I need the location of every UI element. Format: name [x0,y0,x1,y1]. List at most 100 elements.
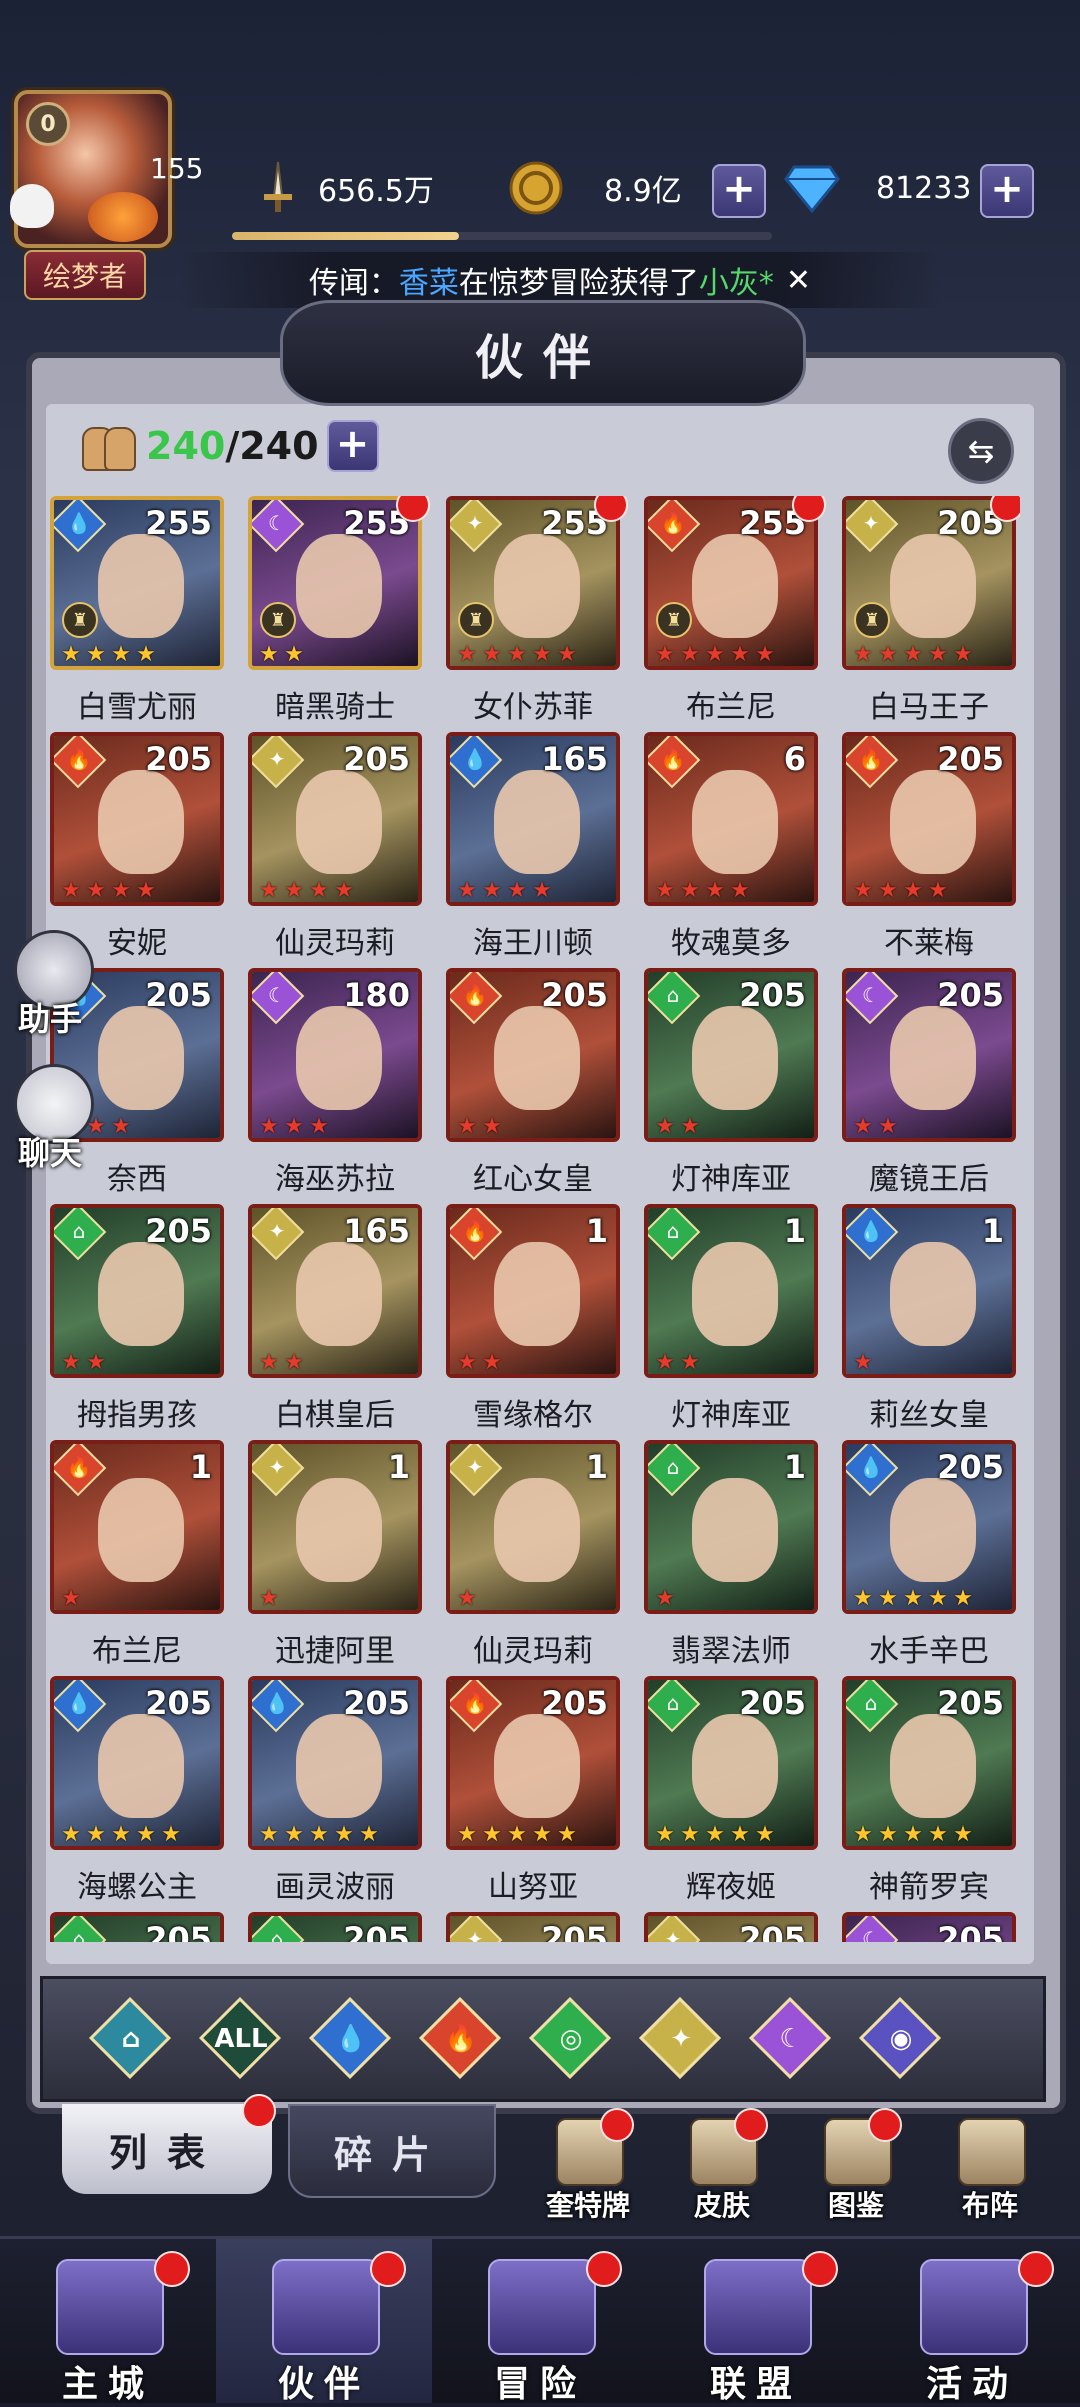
expand-capacity-button[interactable]: + [326,420,379,472]
tool-cards-button[interactable]: 奎特牌 [528,2108,648,2228]
hero-card[interactable]: 💧 165 ★ ★ ★ ★ 海王川顿 [446,732,620,968]
water-glyph-icon: 💧 [66,511,92,535]
chat-button[interactable]: 聊天 [4,1064,96,1174]
add-gold-button[interactable]: + [712,164,766,218]
hero-stars: ★ [258,1586,283,1611]
hero-card[interactable]: 🔥 1 ★ ★ 雪缘格尔 [446,1204,620,1440]
dark-glyph-icon: ☾ [268,511,286,535]
hero-card[interactable]: ⌂ 205 ★ ★ 灯神库亚 [644,968,818,1204]
hero-card[interactable]: ✦ 255 ♜ ★ ★ ★ ★ ★ 女仆苏菲 [446,496,628,732]
tab-list[interactable]: 列表 [62,2094,276,2194]
hero-card[interactable]: ⌂ 1 ★ 翡翠法师 [644,1440,818,1676]
fire-glyph-icon: 🔥 [444,2024,478,2054]
hero-card[interactable]: ✦ 1 ★ 仙灵玛莉 [446,1440,620,1676]
tool-formation-button[interactable]: 布阵 [930,2118,1050,2228]
fire-glyph-icon: 🔥 [858,747,884,771]
nav-item-label: 联盟 [709,2364,802,2405]
hero-card[interactable]: ✦ 205 ♜ ★ ★ ★ ★ ★ 白马王子 [842,496,1020,732]
player-title-badge[interactable]: 绘梦者 [24,250,146,300]
hero-card[interactable]: 🔥 6 ★ ★ ★ ★ 牧魂莫多 [644,732,818,968]
hero-card[interactable]: 💧 205 ★ ★ ★ ★ ★ 水手辛巴 [842,1440,1016,1676]
star-icon: ★ [680,1350,700,1375]
hero-face [98,534,184,638]
tool-outfit-button[interactable]: 皮肤 [662,2108,782,2228]
hero-card[interactable]: ⌂ 205 ★ ★ 拇指男孩 [50,1204,224,1440]
formation-icon [958,2118,1026,2186]
filter-all-button[interactable]: ALL [198,1996,282,2080]
hero-card[interactable]: 🔥 205 ★ ★ ★ ★ 不莱梅 [842,732,1016,968]
hero-card[interactable]: ☾ 255 ♜ ★ ★ 暗黑骑士 [248,496,430,732]
hero-card[interactable]: 🔥 205 ★ ★ 红心女皇 [446,968,620,1204]
filter-nature-button[interactable]: ⌂ [88,1996,172,2080]
hero-card[interactable]: 🔥 1 ★ 布兰尼 [50,1440,224,1676]
hero-name: 布兰尼 [686,690,776,725]
hero-name: 灯神库亚 [671,1162,791,1197]
star-icon: ★ [111,1114,131,1139]
star-icon: ★ [111,642,131,667]
hero-name: 白棋皇后 [275,1398,395,1433]
fire-glyph-icon: 🔥 [462,983,488,1007]
sort-swap-button[interactable]: ⇆ [948,418,1014,484]
hero-card[interactable]: ✦ 165 ★ ★ 白棋皇后 [248,1204,422,1440]
hero-card[interactable]: 🔥 255 ♜ ★ ★ ★ ★ ★ 布兰尼 [644,496,826,732]
hero-card[interactable]: 🔥 205 ★ ★ ★ ★ ★ 山努亚 [446,1676,620,1912]
hero-grid[interactable]: 💧 255 ♜ ★ ★ ★ ★ 白雪尤丽 ☾ 255 ♜ ★ ★ 暗黑骑士 ✦ 255 ♜ ★ ★ ★ ★ ★ 女仆苏菲 🔥 2… [50,496,1020,1942]
nav-item-castle[interactable]: 主城 [0,2239,216,2405]
hero-card[interactable]: ⌂ 205 ★ ★ ★ ★ ★ 神箭罗宾 [842,1676,1016,1912]
filter-light-button[interactable]: ✦ [638,1996,722,2080]
hero-card[interactable]: ☾ 205 [842,1912,1016,1942]
star-icon: ★ [953,1586,973,1611]
hero-card[interactable]: ✦ 205 [644,1912,818,1942]
player-avatar[interactable]: 0 [10,90,172,248]
filter-wind-button[interactable]: ◎ [528,1996,612,2080]
star-icon: ★ [309,878,329,903]
hero-level: 1 [189,1448,212,1486]
star-icon: ★ [482,642,502,667]
nature-glyph-icon: ⌂ [121,2024,141,2054]
hero-card[interactable]: ✦ 205 [446,1912,620,1942]
nav-item-cards[interactable]: 活动 [864,2239,1080,2405]
hero-card[interactable]: ☾ 180 ★ ★ ★ 海巫苏拉 [248,968,422,1204]
add-diamond-button[interactable]: + [980,164,1034,218]
hero-card[interactable]: ☾ 205 ★ ★ 魔镜王后 [842,968,1016,1204]
hero-card[interactable]: ⌂ 1 ★ ★ 灯神库亚 [644,1204,818,1440]
filter-dark-button[interactable]: ☾ [748,1996,832,2080]
star-icon: ★ [903,878,923,903]
nav-item-hat[interactable]: 伙伴 [216,2239,432,2405]
filter-space-button[interactable]: ◉ [858,1996,942,2080]
hero-portrait: ✦ 205 [644,1912,818,1942]
hero-level: 165 [343,1212,410,1250]
ghost-decoration-icon [10,184,54,228]
assistant-button[interactable]: 助手 [4,930,96,1040]
hero-card[interactable]: 💧 205 ★ ★ ★ ★ ★ 画灵波丽 [248,1676,422,1912]
hero-card[interactable]: ✦ 1 ★ 迅捷阿里 [248,1440,422,1676]
hero-face [890,534,976,638]
hero-card[interactable]: 💧 205 ★ ★ ★ ★ ★ 海螺公主 [50,1676,224,1912]
rank-badge-icon: ♜ [458,602,494,638]
hero-face [494,1242,580,1346]
nav-item-shield[interactable]: 联盟 [648,2239,864,2405]
hero-face [296,770,382,874]
tab-shards[interactable]: 碎片 [288,2104,496,2198]
star-icon: ★ [953,1822,973,1847]
close-rumor-icon[interactable]: ✕ [786,263,811,298]
hero-card[interactable]: ⌂ 205 [248,1912,422,1942]
hero-level: 205 [145,1920,212,1942]
filter-water-button[interactable]: 💧 [308,1996,392,2080]
hero-card[interactable]: ⌂ 205 ★ ★ ★ ★ ★ 辉夜姬 [644,1676,818,1912]
star-icon: ★ [928,1822,948,1847]
hero-card[interactable]: 💧 255 ♜ ★ ★ ★ ★ 白雪尤丽 [50,496,224,732]
hero-face [692,534,778,638]
hero-card[interactable]: ✦ 205 ★ ★ ★ ★ 仙灵玛莉 [248,732,422,968]
tab-shards-label: 碎片 [333,2132,450,2177]
chat-label: 聊天 [17,1134,82,1172]
tool-album-button[interactable]: 图鉴 [796,2108,916,2228]
hero-card[interactable]: 💧 1 ★ 莉丝女皇 [842,1204,1016,1440]
filter-fire-button[interactable]: 🔥 [418,1996,502,2080]
nav-item-compass[interactable]: 冒险 [432,2239,648,2405]
hero-level: 255 [145,504,212,542]
hero-face [692,770,778,874]
hero-card[interactable]: ⌂ 205 [50,1912,224,1942]
hero-name: 灯神库亚 [671,1398,791,1433]
star-icon: ★ [259,1586,279,1611]
